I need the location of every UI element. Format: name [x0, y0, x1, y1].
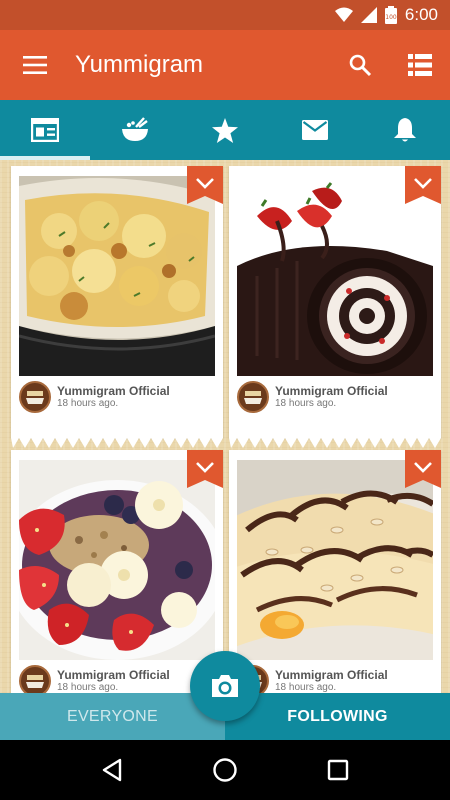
feed-icon: [31, 118, 59, 142]
post-photo[interactable]: [237, 176, 433, 376]
tab-feed[interactable]: [0, 100, 90, 160]
post-menu-button[interactable]: [405, 450, 441, 488]
status-bar: 100 6:00: [0, 0, 450, 30]
avatar: [237, 381, 269, 413]
avatar: [19, 665, 51, 693]
list-view-icon: [408, 54, 432, 76]
chocolate-roll-photo: [237, 176, 433, 376]
battery-level: 100: [385, 14, 397, 21]
post-author[interactable]: Yummigram Official 18 hours ago.: [237, 664, 433, 693]
bowl-icon: [122, 117, 148, 141]
star-icon: [212, 117, 238, 143]
battery-icon: 100: [384, 6, 397, 24]
list-view-button[interactable]: [390, 30, 450, 100]
tab-recipes[interactable]: [90, 100, 180, 160]
post-photo[interactable]: [237, 460, 433, 660]
post-time: 18 hours ago.: [275, 682, 337, 693]
baked-cauliflower-photo: [19, 176, 215, 376]
post-time: 18 hours ago.: [57, 398, 119, 410]
tab-favorites[interactable]: [180, 100, 270, 160]
post-grid: Yummigram Official 18 hours ago. Yummigr…: [0, 160, 450, 693]
post-author[interactable]: Yummigram Official 18 hours ago.: [19, 664, 215, 693]
card-edge: [229, 438, 441, 448]
chocolate-crepes-photo: [237, 460, 433, 660]
status-time: 6:00: [404, 5, 438, 24]
camera-icon: [212, 675, 238, 697]
author-name[interactable]: Yummigram Official: [275, 384, 388, 398]
back-icon: [102, 758, 121, 782]
everyone-tab[interactable]: EVERYONE: [0, 693, 225, 740]
post-menu-button[interactable]: [405, 166, 441, 204]
card-edge: [11, 438, 223, 448]
following-tab[interactable]: FOLLOWING: [225, 693, 450, 740]
avatar-logo-icon: [244, 391, 262, 404]
avatar: [19, 381, 51, 413]
post-card[interactable]: Yummigram Official 18 hours ago.: [11, 166, 223, 448]
back-button[interactable]: [87, 745, 137, 795]
app-title: Yummigram: [75, 51, 204, 78]
post-card[interactable]: Yummigram Official 18 hours ago.: [229, 166, 441, 448]
system-nav-bar: [0, 740, 450, 800]
search-icon: [349, 54, 372, 77]
avatar-logo-icon: [26, 391, 44, 404]
tab-bar: [0, 100, 450, 160]
post-card[interactable]: Yummigram Official 18 hours ago.: [229, 450, 441, 693]
post-photo[interactable]: [19, 460, 215, 660]
tab-messages[interactable]: [270, 100, 360, 160]
post-time: 18 hours ago.: [57, 682, 119, 693]
author-name[interactable]: Yummigram Official: [57, 384, 170, 398]
post-author[interactable]: Yummigram Official 18 hours ago.: [237, 380, 433, 414]
app-bar: Yummigram: [0, 30, 450, 100]
post-menu-button[interactable]: [187, 166, 223, 204]
signal-icon: [360, 7, 377, 23]
post-menu-button[interactable]: [187, 450, 223, 488]
menu-button[interactable]: [0, 30, 70, 100]
post-card[interactable]: Yummigram Official 18 hours ago.: [11, 450, 223, 693]
fruit-bowl-photo: [19, 460, 215, 660]
bell-icon: [394, 118, 416, 142]
author-name[interactable]: Yummigram Official: [57, 668, 170, 682]
post-time: 18 hours ago.: [275, 398, 337, 410]
post-photo[interactable]: [19, 176, 215, 376]
recents-icon: [328, 759, 349, 781]
home-button[interactable]: [200, 745, 250, 795]
wifi-icon: [334, 7, 353, 22]
tab-notifications[interactable]: [360, 100, 450, 160]
author-name[interactable]: Yummigram Official: [275, 668, 388, 682]
search-button[interactable]: [330, 30, 390, 100]
camera-button[interactable]: [190, 651, 260, 721]
mail-icon: [302, 120, 328, 140]
post-author[interactable]: Yummigram Official 18 hours ago.: [19, 380, 215, 414]
recents-button[interactable]: [313, 745, 363, 795]
hamburger-icon: [23, 56, 47, 74]
avatar-logo-icon: [26, 675, 44, 688]
home-icon: [213, 758, 237, 782]
